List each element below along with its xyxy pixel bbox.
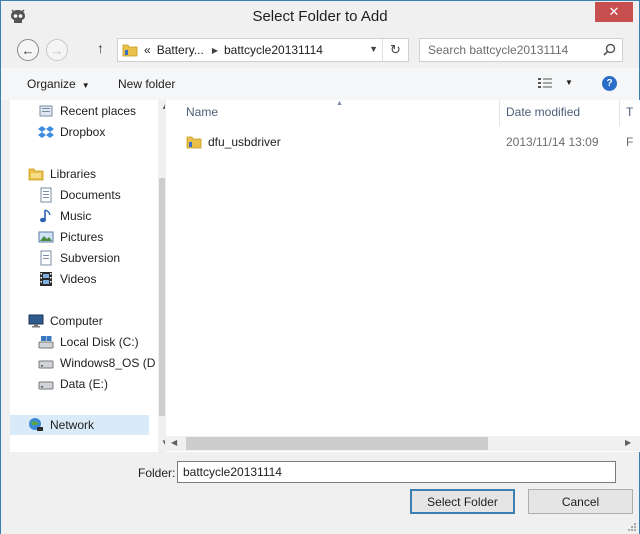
scroll-up-icon[interactable]: ▲ [161, 102, 165, 111]
sort-ascending-icon: ▲ [336, 100, 343, 107]
organize-label: Organize [27, 77, 76, 91]
videos-icon [40, 272, 52, 286]
chevron-down-icon: ▼ [81, 81, 90, 90]
music-icon [40, 209, 51, 223]
documents-icon [40, 187, 52, 203]
window-title: Select Folder to Add [252, 8, 388, 25]
address-bar[interactable]: « Battery... ▶ battcycle20131114 ▼ ↻ [117, 38, 409, 62]
new-folder-button[interactable]: New folder [118, 77, 175, 91]
up-button[interactable]: ↑ [97, 40, 104, 56]
breadcrumb-overflow[interactable]: « [144, 43, 151, 57]
nav-item-data-e[interactable]: Data (E:) [38, 374, 108, 394]
nav-item-windows8-os[interactable]: Windows8_OS (D [38, 353, 155, 373]
scroll-down-icon[interactable]: ▼ [161, 438, 165, 447]
computer-icon [28, 314, 44, 328]
breadcrumb-battery[interactable]: Battery... [157, 43, 204, 57]
help-icon[interactable]: ? [602, 76, 617, 91]
breadcrumb-current[interactable]: battcycle20131114 [224, 43, 323, 57]
breadcrumb-chevron-icon[interactable]: ▶ [212, 46, 218, 55]
nav-label: Pictures [60, 230, 104, 244]
nav-item-music[interactable]: Music [38, 206, 91, 226]
close-button[interactable]: ✕ [595, 2, 633, 22]
nav-item-local-disk[interactable]: Local Disk (C:) [38, 332, 139, 352]
nav-label: Subversion [60, 251, 121, 265]
command-toolbar: Organize ▼ New folder ▼ ? [1, 68, 639, 100]
nav-item-libraries[interactable]: Libraries [28, 164, 96, 184]
view-dropdown-icon[interactable]: ▼ [565, 78, 573, 87]
nav-label: Music [60, 209, 92, 223]
file-type: F [626, 135, 634, 149]
nav-label: Windows8_OS (D [60, 356, 156, 370]
scroll-left-icon[interactable]: ◀ [171, 438, 177, 447]
pictures-icon [38, 231, 54, 243]
column-divider[interactable] [499, 100, 500, 126]
forward-button[interactable]: → [46, 39, 68, 61]
nav-item-computer[interactable]: Computer [28, 311, 103, 331]
libraries-icon [28, 168, 44, 181]
file-date-modified: 2013/11/14 13:09 [506, 135, 599, 149]
nav-label: Local Disk (C:) [60, 335, 139, 349]
files-horizontal-scrollbar[interactable]: ◀ ▶ [166, 436, 640, 451]
search-placeholder: Search battcycle20131114 [428, 43, 569, 57]
nav-vertical-scrollbar[interactable]: ▲ ▼ [158, 100, 165, 452]
file-list-pane[interactable]: Name ▲ Date modified T dfu_usbdriver 201… [166, 100, 640, 452]
select-folder-button[interactable]: Select Folder [410, 489, 515, 514]
nav-scroll-thumb[interactable] [159, 178, 165, 416]
nav-label: Videos [60, 272, 97, 286]
scroll-right-icon[interactable]: ▶ [625, 438, 631, 447]
back-button[interactable]: ← [17, 39, 39, 61]
nav-item-recent-places[interactable]: Recent places [38, 101, 136, 121]
nav-label: Dropbox [60, 125, 106, 139]
drive-icon [38, 360, 54, 369]
arrow-right-icon: → [50, 42, 64, 58]
nav-item-videos[interactable]: Videos [38, 269, 96, 289]
view-details-icon[interactable] [538, 77, 552, 89]
navigation-pane[interactable]: Recent places Dropbox Libraries Document… [10, 100, 165, 452]
column-header-date-modified[interactable]: Date modified [506, 105, 580, 119]
dialog-window: Select Folder to Add ✕ ← → ↑ « Battery..… [0, 0, 640, 534]
folder-icon [186, 136, 202, 149]
file-name: dfu_usbdriver [208, 135, 281, 149]
files-scroll-thumb[interactable] [186, 437, 488, 450]
address-dropdown-icon[interactable]: ▼ [369, 44, 378, 54]
nav-label: Libraries [50, 167, 97, 181]
recent-places-icon [39, 105, 53, 117]
local-disk-icon [38, 336, 54, 349]
subversion-icon [40, 250, 52, 266]
folder-label: Folder: [138, 466, 176, 480]
dialog-footer: Folder: Select Folder Cancel [1, 452, 639, 534]
nav-label: Data (E:) [60, 377, 109, 391]
nav-label: Recent places [60, 104, 137, 118]
column-header-name[interactable]: Name [186, 105, 218, 119]
nav-label: Computer [50, 314, 103, 328]
column-header-type[interactable]: T [626, 105, 633, 119]
title-bar[interactable]: Select Folder to Add ✕ [1, 1, 639, 32]
nav-label: Documents [60, 188, 121, 202]
refresh-icon: ↻ [390, 42, 401, 57]
nav-item-network[interactable]: Network [10, 415, 149, 435]
cancel-button[interactable]: Cancel [528, 489, 633, 514]
search-icon[interactable] [603, 43, 616, 56]
drive-icon [38, 381, 54, 390]
dropbox-icon [38, 126, 54, 138]
column-divider[interactable] [619, 100, 620, 126]
organize-button[interactable]: Organize ▼ [27, 77, 90, 91]
folder-input[interactable] [177, 461, 616, 483]
nav-item-pictures[interactable]: Pictures [38, 227, 103, 247]
arrow-up-icon: ↑ [97, 40, 104, 56]
nav-item-subversion[interactable]: Subversion [38, 248, 120, 268]
nav-item-documents[interactable]: Documents [38, 185, 121, 205]
search-input[interactable]: Search battcycle20131114 [419, 38, 623, 62]
nav-item-dropbox[interactable]: Dropbox [38, 122, 105, 142]
network-icon [29, 418, 43, 431]
arrow-left-icon: ← [21, 42, 35, 58]
resize-grip-icon[interactable] [627, 522, 637, 532]
folder-icon [122, 44, 138, 57]
address-row: ← → ↑ « Battery... ▶ battcycle20131114 ▼… [1, 32, 639, 68]
nav-label: Network [50, 418, 95, 432]
refresh-button[interactable]: ↻ [382, 39, 408, 61]
